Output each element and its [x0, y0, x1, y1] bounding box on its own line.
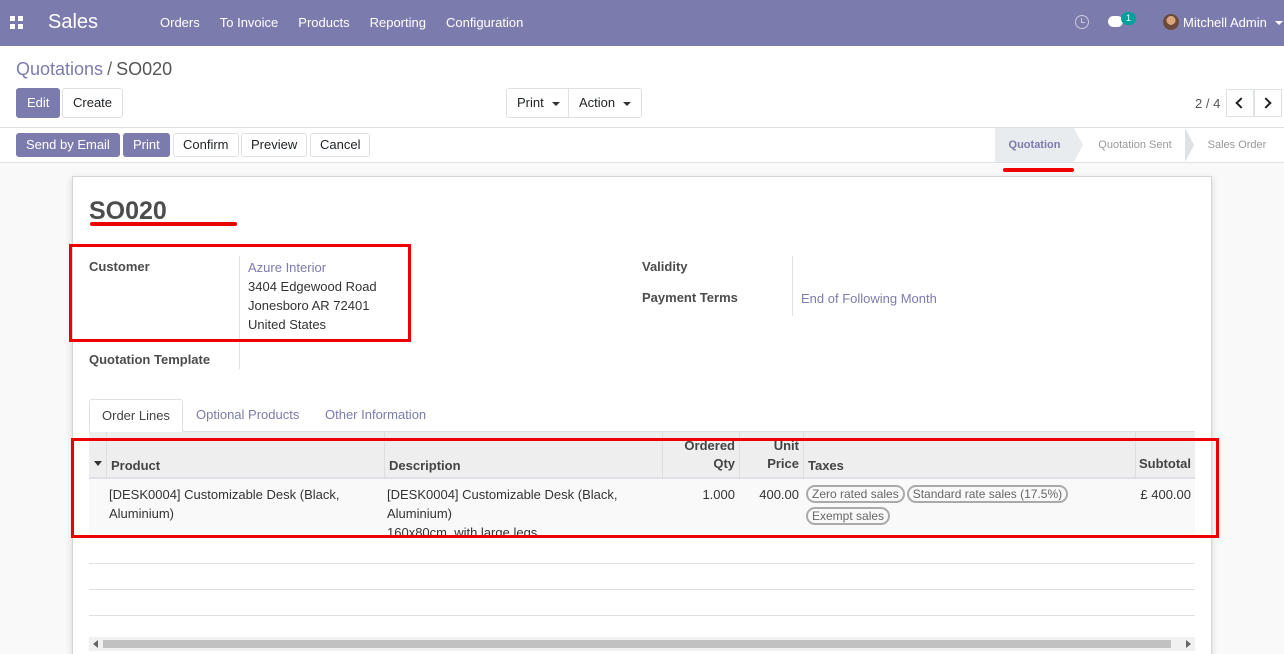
apps-menu-icon[interactable]	[10, 16, 23, 29]
avatar[interactable]	[1163, 14, 1179, 30]
print-dropdown[interactable]: Print	[506, 88, 571, 118]
payment-terms-label: Payment Terms	[642, 290, 738, 305]
tab-other-information[interactable]: Other Information	[313, 399, 438, 432]
user-menu[interactable]: Mitchell Admin	[1183, 0, 1267, 46]
confirm-button[interactable]: Confirm	[173, 133, 239, 157]
control-panel: Quotations / SO020 Edit Create Print Actio…	[0, 46, 1284, 128]
tab-optional-products[interactable]: Optional Products	[184, 399, 311, 432]
caret-down-icon	[623, 101, 632, 106]
chevron-right-icon	[1260, 97, 1272, 109]
stage-arrow	[1074, 128, 1083, 162]
send-by-email-button[interactable]: Send by Email	[16, 133, 120, 157]
breadcrumb-current: SO020	[116, 59, 173, 79]
horizontal-scrollbar[interactable]	[89, 637, 1195, 651]
action-dropdown-label: Action	[579, 95, 616, 110]
chat-count-badge: 1	[1121, 12, 1136, 25]
quotation-template-label: Quotation Template	[89, 352, 211, 367]
chevron-left-icon	[1235, 97, 1247, 109]
payment-terms-value[interactable]: End of Following Month	[801, 289, 937, 308]
notebook-tabs: Order Lines Optional Products Other Info…	[89, 399, 1195, 432]
top-navbar: Sales Orders To Invoice Products Reporti…	[0, 0, 1284, 46]
pager-value[interactable]: 2 / 4	[1195, 96, 1220, 111]
empty-row	[89, 590, 1195, 616]
pager-previous-button[interactable]	[1226, 89, 1254, 117]
tab-order-lines[interactable]: Order Lines	[89, 399, 183, 432]
menu-item-reporting[interactable]: Reporting	[360, 0, 436, 46]
scroll-thumb[interactable]	[103, 640, 1171, 648]
stage-quotation[interactable]: Quotation	[995, 128, 1074, 162]
cancel-button[interactable]: Cancel	[310, 133, 371, 157]
annotation-box	[71, 438, 1219, 538]
annotation-underline	[90, 222, 237, 226]
empty-row	[89, 564, 1195, 590]
caret-down-icon	[551, 101, 560, 106]
print-button[interactable]: Print	[123, 133, 170, 157]
main-menu: Orders To Invoice Products Reporting Con…	[150, 0, 533, 46]
status-bar: Send by Email Print Confirm Preview Canc…	[0, 128, 1284, 163]
menu-item-orders[interactable]: Orders	[150, 0, 210, 46]
print-dropdown-label: Print	[517, 95, 544, 110]
empty-row	[89, 538, 1195, 564]
field-divider	[792, 256, 793, 316]
breadcrumb-separator: /	[107, 59, 113, 79]
menu-item-products[interactable]: Products	[288, 0, 359, 46]
menu-item-to-invoice[interactable]: To Invoice	[210, 0, 289, 46]
app-brand[interactable]: Sales	[48, 11, 98, 34]
scroll-right-icon[interactable]	[1186, 640, 1191, 648]
pager-next-button[interactable]	[1254, 89, 1282, 117]
preview-button[interactable]: Preview	[241, 133, 308, 157]
caret-down-icon[interactable]	[1275, 21, 1283, 25]
create-button[interactable]: Create	[62, 88, 124, 118]
menu-item-configuration[interactable]: Configuration	[436, 0, 533, 46]
stage-arrow	[1185, 128, 1194, 162]
scroll-left-icon[interactable]	[93, 640, 98, 648]
annotation-underline	[1003, 168, 1074, 172]
activity-clock-icon[interactable]	[1075, 15, 1089, 29]
stage-quotation-sent[interactable]: Quotation Sent	[1085, 128, 1185, 162]
breadcrumb: Quotations / SO020	[16, 59, 172, 80]
validity-label: Validity	[642, 259, 688, 274]
breadcrumb-quotations[interactable]: Quotations	[16, 59, 103, 79]
stage-sales-order[interactable]: Sales Order	[1195, 128, 1279, 162]
edit-button[interactable]: Edit	[16, 88, 61, 118]
annotation-box	[69, 244, 411, 342]
action-dropdown[interactable]: Action	[568, 88, 643, 118]
